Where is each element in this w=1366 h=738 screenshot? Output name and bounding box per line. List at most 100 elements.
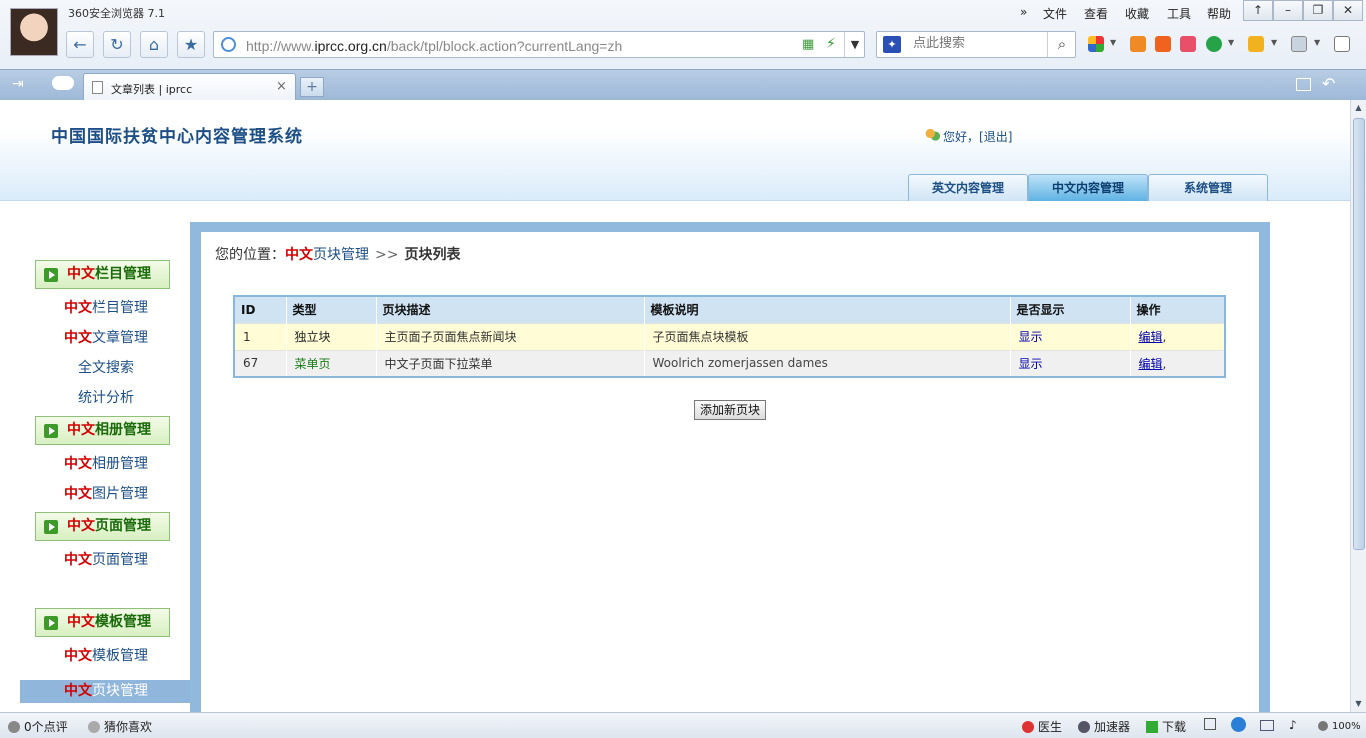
download-status[interactable]: 下载 bbox=[1146, 718, 1186, 735]
caret-down-icon[interactable]: ▼ bbox=[1314, 38, 1320, 47]
compat-mode-icon[interactable] bbox=[1204, 718, 1216, 730]
zoom-status[interactable]: 100% bbox=[1318, 718, 1361, 732]
cell-operations: 编辑, bbox=[1130, 349, 1226, 377]
users-icon bbox=[925, 129, 940, 142]
caret-down-icon[interactable]: ▼ bbox=[1228, 38, 1234, 47]
gift-icon[interactable] bbox=[1248, 36, 1264, 52]
scroll-down-icon[interactable]: ▼ bbox=[1351, 696, 1366, 711]
back-button[interactable]: ← bbox=[66, 31, 94, 58]
edit-link[interactable]: 编辑 bbox=[1139, 330, 1163, 344]
favorite-button[interactable]: ★ bbox=[177, 31, 205, 58]
column-header: 是否显示 bbox=[1010, 296, 1131, 323]
browser-chrome: 360安全浏览器 7.1 ← ↻ ⌂ ★ http://www.iprcc.or… bbox=[0, 0, 1366, 101]
close-tab-icon[interactable]: × bbox=[276, 79, 287, 94]
apps-icon[interactable] bbox=[1088, 36, 1104, 52]
shopping-icon[interactable] bbox=[1180, 36, 1196, 52]
refresh-button[interactable]: ↻ bbox=[103, 31, 131, 58]
comments-status[interactable]: 0个点评 bbox=[8, 718, 68, 735]
sidebar-item-column-management[interactable]: 中文栏目管理 bbox=[20, 297, 192, 320]
item-prefix: 中文 bbox=[64, 300, 92, 316]
screenshot-icon[interactable] bbox=[1291, 36, 1307, 52]
arrow-left-icon: ← bbox=[73, 35, 87, 54]
add-block-button[interactable]: 添加新页块 bbox=[694, 400, 766, 420]
sidebar-item-article-management[interactable]: 中文文章管理 bbox=[20, 327, 192, 350]
close-button[interactable]: ✕ bbox=[1333, 0, 1363, 21]
sidebar-item-block-management[interactable]: 中文页块管理 bbox=[20, 680, 192, 703]
search-engine-icon[interactable]: ✦ bbox=[883, 36, 901, 53]
home-button[interactable]: ⌂ bbox=[140, 31, 168, 58]
sidebar-item-fulltext-search[interactable]: 全文搜索 bbox=[20, 357, 192, 380]
tab-article-list[interactable]: 文章列表 | iprcc × bbox=[83, 73, 296, 101]
search-button[interactable]: ⌕ bbox=[1047, 32, 1076, 57]
show-link[interactable]: 显示 bbox=[1019, 330, 1043, 344]
user-avatar[interactable] bbox=[10, 8, 58, 56]
sidebar-group-templates[interactable]: 中文模板管理 bbox=[35, 608, 170, 637]
sidebar-item-template-management[interactable]: 中文模板管理 bbox=[20, 645, 192, 668]
flight-icon[interactable] bbox=[1155, 36, 1171, 52]
download-arrow-icon bbox=[1146, 721, 1158, 733]
speaker-icon[interactable]: ♪ bbox=[1289, 718, 1297, 732]
undo-close-icon[interactable]: ↶ bbox=[1322, 74, 1335, 93]
tab-chinese-content[interactable]: 中文内容管理 bbox=[1028, 174, 1148, 201]
group-prefix: 中文 bbox=[67, 518, 95, 534]
item-label: 图片管理 bbox=[92, 486, 148, 502]
sidebar-item-page-management[interactable]: 中文页面管理 bbox=[20, 549, 192, 572]
sidebar-group-pages[interactable]: 中文页面管理 bbox=[35, 512, 170, 541]
group-label: 模板管理 bbox=[95, 614, 151, 630]
sidebar-item-statistics[interactable]: 统计分析 bbox=[20, 387, 192, 410]
content-frame: 您的位置：中文页块管理 >> 页块列表 ID 类型 页块描述 模板说明 是否显示 操… bbox=[190, 222, 1270, 712]
url-text[interactable]: http://www.iprcc.org.cn/back/tpl/block.a… bbox=[246, 38, 622, 54]
sidebar-item-album-management[interactable]: 中文相册管理 bbox=[20, 453, 192, 476]
caret-down-icon[interactable]: ▼ bbox=[1271, 38, 1277, 47]
sidebar-item-image-management[interactable]: 中文图片管理 bbox=[20, 483, 192, 506]
window-icon[interactable] bbox=[1260, 720, 1274, 731]
menu-tools[interactable]: 工具 bbox=[1167, 5, 1191, 22]
tab-system-management[interactable]: 系统管理 bbox=[1148, 174, 1268, 201]
translate-icon[interactable] bbox=[1130, 36, 1146, 52]
sidebar-toggle-icon[interactable]: ⇥ bbox=[12, 76, 24, 92]
download-label: 下载 bbox=[1162, 720, 1187, 734]
heart-icon bbox=[88, 721, 100, 733]
url-dropdown-button[interactable]: ▼ bbox=[844, 32, 865, 57]
tab-english-content[interactable]: 英文内容管理 bbox=[908, 174, 1028, 201]
menu-view[interactable]: 查看 bbox=[1084, 5, 1108, 22]
breadcrumb-link[interactable]: 页块管理 bbox=[313, 247, 369, 263]
new-tab-button[interactable]: + bbox=[300, 77, 324, 97]
shield-icon[interactable] bbox=[1206, 36, 1222, 52]
skin-button[interactable]: ↑ bbox=[1243, 0, 1273, 21]
item-prefix: 中文 bbox=[64, 486, 92, 502]
document-icon bbox=[92, 81, 103, 94]
ie-icon[interactable] bbox=[1231, 717, 1246, 732]
address-bar[interactable]: http://www.iprcc.org.cn/back/tpl/block.a… bbox=[213, 31, 865, 58]
edit-link[interactable]: 编辑 bbox=[1139, 357, 1163, 371]
sidebar-group-albums[interactable]: 中文相册管理 bbox=[35, 416, 170, 445]
search-input[interactable] bbox=[913, 36, 1043, 51]
menu-more-icon[interactable]: » bbox=[1020, 5, 1027, 19]
show-link[interactable]: 显示 bbox=[1019, 357, 1043, 371]
minimize-button[interactable]: – bbox=[1273, 0, 1303, 21]
search-box[interactable]: ✦ ⌕ bbox=[876, 31, 1076, 58]
doctor-status[interactable]: 医生 bbox=[1022, 718, 1062, 735]
menu-favorites[interactable]: 收藏 bbox=[1125, 5, 1149, 22]
qr-code-icon[interactable]: ▦ bbox=[802, 37, 814, 52]
rocket-icon bbox=[1078, 721, 1090, 733]
group-prefix: 中文 bbox=[67, 422, 95, 438]
tab-list-icon[interactable] bbox=[1296, 78, 1311, 91]
restore-button[interactable]: ❐ bbox=[1303, 0, 1333, 21]
accelerator-status[interactable]: 加速器 bbox=[1078, 718, 1130, 735]
scroll-up-icon[interactable]: ▲ bbox=[1351, 100, 1366, 115]
sidebar-group-columns[interactable]: 中文栏目管理 bbox=[35, 260, 170, 289]
lightning-icon[interactable]: ⚡ bbox=[826, 36, 836, 52]
scroll-thumb[interactable] bbox=[1353, 118, 1365, 550]
page-scrollbar[interactable]: ▲ ▼ bbox=[1350, 100, 1366, 712]
cloud-icon[interactable] bbox=[52, 76, 74, 90]
menu-file[interactable]: 文件 bbox=[1043, 5, 1067, 22]
guess-status[interactable]: 猜你喜欢 bbox=[88, 718, 152, 735]
menu-help[interactable]: 帮助 bbox=[1207, 5, 1231, 22]
logout-link[interactable]: 退出 bbox=[984, 130, 1008, 144]
group-prefix: 中文 bbox=[67, 614, 95, 630]
expand-icon[interactable] bbox=[1334, 36, 1350, 52]
caret-down-icon[interactable]: ▼ bbox=[1110, 38, 1116, 47]
item-label: 文章管理 bbox=[92, 330, 148, 346]
greeting-end: ] bbox=[1007, 130, 1013, 144]
